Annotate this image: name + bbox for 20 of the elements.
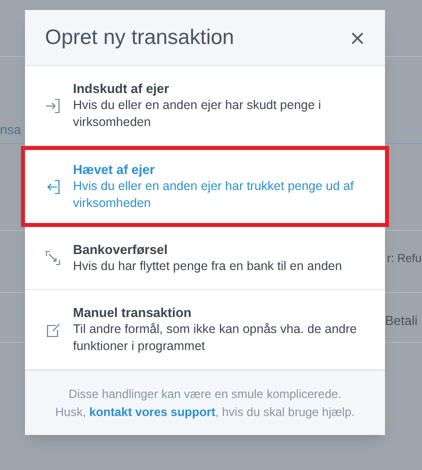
option-description: Til andre formål, som ikke kan opnås vha. de andre funktioner i programmet — [73, 321, 358, 355]
background-text: r: Refu — [387, 252, 422, 267]
option-title: Manuel transaktion — [73, 304, 192, 321]
transfer-icon — [45, 250, 61, 266]
option-item[interactable]: Hævet af ejer Hvis du eller en anden ejer har trukket penge ud af virksomheden — [21, 146, 389, 227]
option-title: Indskudt af ejer — [73, 80, 170, 97]
option-description: Hvis du eller en anden ejer har skudt penge i virksomheden — [73, 97, 322, 131]
option-item[interactable]: Bankoverførsel Hvis du har flyttet penge fra en bank til en anden — [25, 227, 385, 290]
option-title: Bankoverførsel — [73, 241, 169, 258]
footer-text: Husk, kontakt vores support, hvis du skal bruge hjælp. — [55, 404, 355, 421]
dialog-title: Opret ny transaktion — [45, 24, 234, 51]
close-button[interactable]: × — [350, 24, 365, 50]
enter-icon — [45, 98, 61, 114]
footer-text: Disse handlinger kan være en smule komplicerede. — [68, 386, 342, 403]
option-description: Hvis du eller en anden ejer har trukket penge ud af virksomheden — [73, 178, 355, 212]
option-title: Hævet af ejer — [73, 161, 156, 178]
exit-icon — [45, 178, 61, 194]
option-description: Hvis du har flyttet penge fra en bank til en anden — [73, 258, 342, 275]
background-text: Betali — [385, 312, 418, 330]
edit-icon — [45, 322, 61, 338]
